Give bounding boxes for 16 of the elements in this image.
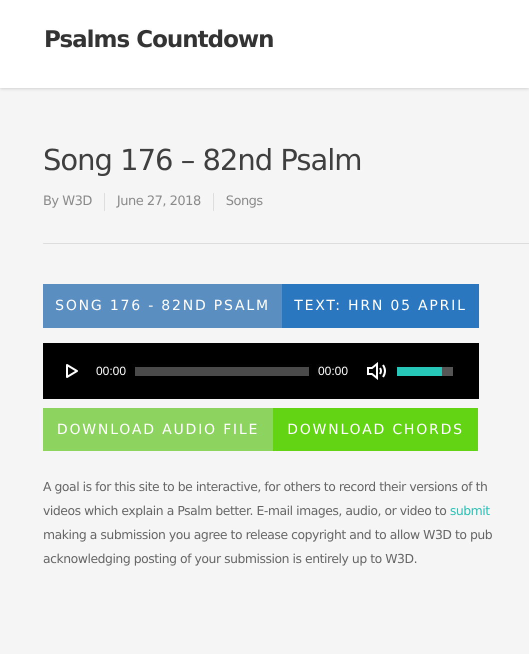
- play-icon[interactable]: [65, 363, 79, 379]
- duration-time: 00:00: [318, 364, 348, 378]
- link-button[interactable]: TEXT: HRN 05 APRIL: [282, 284, 479, 328]
- post-meta: Songs: [212, 193, 275, 211]
- email-link[interactable]: submit: [450, 503, 490, 518]
- volume-slider[interactable]: [397, 366, 454, 376]
- intro-paragraph: A goal is for this site to be interactive, for others to record their versions of th videos which explain a Psalm better. E-mail images, audio, or video to submit making a submission you agree to release copyright and to allow W3D to pub acknowledging posting of your submission is entirely up to W3D.: [43, 478, 494, 568]
- download-button[interactable]: DOWNLOAD CHORDS: [273, 408, 478, 451]
- site-title[interactable]: Psalms Countdown: [44, 27, 274, 53]
- post-meta: June 27, 2018: [104, 193, 213, 211]
- link-button[interactable]: SONG 176 - 82ND PSALM: [43, 284, 282, 328]
- post-title: Song 176 – 82nd Psalm: [43, 142, 362, 179]
- current-time: 00:00: [96, 364, 126, 378]
- post-meta: By W3D: [43, 193, 93, 211]
- download-button[interactable]: DOWNLOAD AUDIO FILE: [43, 408, 273, 451]
- speaker-icon[interactable]: [366, 362, 388, 380]
